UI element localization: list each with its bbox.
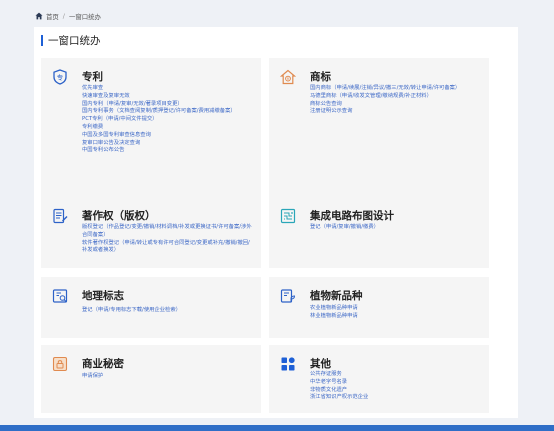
- other-link[interactable]: 中华老字号名录: [310, 379, 482, 387]
- patent-shield-icon: 专: [53, 69, 67, 85]
- card-other: 其他 公共存证服务 中华老字号名录 非物质文化遗产 浙江省知识产权示范企业: [269, 345, 489, 413]
- card-trade-secret: 商业秘密 申请保护: [41, 345, 261, 413]
- breadcrumb-current: 一窗口统办: [68, 12, 101, 21]
- trademark-link[interactable]: 国内商标（申请/续展/注销/异议/撤三/无效/转让申请/许可备案）: [310, 85, 482, 93]
- secret-links: 申请保护: [82, 373, 254, 381]
- card-trademark: R 商标 国内商标（申请/续展/注销/异议/撤三/无效/转让申请/许可备案） 马…: [269, 58, 489, 211]
- patent-link[interactable]: 中国及多国专利审查信息查询: [82, 132, 254, 140]
- breadcrumb-home-link[interactable]: 首页: [46, 12, 59, 21]
- home-icon[interactable]: [35, 12, 43, 20]
- patent-links: 优先审查 快速审查及复审无效 国内专利（申请/复审/无效/著录项目变更） 国内专…: [82, 85, 254, 155]
- trade-secret-icon: [52, 356, 68, 372]
- circuit-layout-icon: [280, 208, 296, 224]
- patent-link[interactable]: 中国专利公布公告: [82, 147, 254, 155]
- patent-link[interactable]: PCT专利（申请/中间文件提交）: [82, 116, 254, 124]
- page-title-text: 一窗口统办: [48, 34, 101, 47]
- breadcrumb: 首页 / 一窗口统办: [35, 11, 101, 21]
- plant-link[interactable]: 林业植物新品种申请: [310, 313, 482, 321]
- copyright-link[interactable]: 软件著作权登记（申请/转让或专有许可合同登记/变更或补充/撤销/撤回/补发或者换…: [82, 240, 254, 256]
- bottom-bar: [0, 425, 554, 431]
- card-title-plant-variety[interactable]: 植物新品种: [310, 288, 363, 303]
- ic-links: 登记（申请/复审/撤销/缴费）: [310, 224, 482, 232]
- svg-text:专: 专: [57, 73, 64, 82]
- geo-links: 登记（申请/专用标志下载/使用企业检索）: [82, 307, 254, 315]
- other-link[interactable]: 浙江省知识产权示范企业: [310, 394, 482, 402]
- title-accent-bar: [41, 34, 43, 46]
- card-title-other[interactable]: 其他: [310, 356, 331, 371]
- trademark-links: 国内商标（申请/续展/注销/异议/撤三/无效/转让申请/许可备案） 马德里商标（…: [310, 85, 482, 116]
- plant-link[interactable]: 农业植物新品种申请: [310, 305, 482, 313]
- breadcrumb-separator: /: [62, 12, 65, 20]
- trademark-link[interactable]: 注册证明公示查询: [310, 108, 482, 116]
- card-title-geographic[interactable]: 地理标志: [82, 288, 124, 303]
- patent-link[interactable]: 专利缴费: [82, 124, 254, 132]
- other-links: 公共存证服务 中华老字号名录 非物质文化遗产 浙江省知识产权示范企业: [310, 371, 482, 402]
- copyright-link[interactable]: 版权登记（作品登记/变更/撤销/材料调档/补发或更换证书/许可备案/涉外合同备案…: [82, 224, 254, 240]
- card-title-trademark[interactable]: 商标: [310, 69, 331, 84]
- copyright-document-icon: [53, 208, 68, 224]
- card-geographic: 地理标志 登记（申请/专用标志下载/使用企业检索）: [41, 277, 261, 338]
- card-ic-layout: 集成电路布图设计 登记（申请/复审/撤销/缴费）: [269, 197, 489, 268]
- plant-variety-icon: [280, 289, 296, 303]
- card-patent: 专 专利 优先审查 快速审查及复审无效 国内专利（申请/复审/无效/著录项目变更…: [41, 58, 261, 211]
- copyright-links: 版权登记（作品登记/变更/撤销/材料调档/补发或更换证书/许可备案/涉外合同备案…: [82, 224, 254, 255]
- patent-link[interactable]: 优先审查: [82, 85, 254, 93]
- secret-link[interactable]: 申请保护: [82, 373, 254, 381]
- geographic-indication-icon: [52, 289, 68, 303]
- trademark-link[interactable]: 马德里商标（申请/收发文管理/缴纳规费/补正材料）: [310, 93, 482, 101]
- card-title-patent[interactable]: 专利: [82, 69, 103, 84]
- patent-link[interactable]: 快速审查及复审无效: [82, 93, 254, 101]
- plant-links: 农业植物新品种申请 林业植物新品种申请: [310, 305, 482, 321]
- ic-link[interactable]: 登记（申请/复审/撤销/缴费）: [310, 224, 482, 232]
- main-panel: 一窗口统办 专 专利 优先审查 快速审查及复审无效 国内专利（申请/复审/无效/…: [34, 27, 518, 418]
- card-title-ic-layout[interactable]: 集成电路布图设计: [310, 208, 394, 223]
- geo-link[interactable]: 登记（申请/专用标志下载/使用企业检索）: [82, 307, 254, 315]
- page-title: 一窗口统办: [41, 33, 101, 47]
- trademark-house-icon: R: [280, 69, 296, 85]
- card-title-trade-secret[interactable]: 商业秘密: [82, 356, 124, 371]
- card-title-copyright[interactable]: 著作权（版权）: [82, 208, 156, 223]
- other-link[interactable]: 公共存证服务: [310, 371, 482, 379]
- card-plant-variety: 植物新品种 农业植物新品种申请 林业植物新品种申请: [269, 277, 489, 338]
- grid-apps-icon: [281, 357, 295, 371]
- card-copyright: 著作权（版权） 版权登记（作品登记/变更/撤销/材料调档/补发或更换证书/许可备…: [41, 197, 261, 268]
